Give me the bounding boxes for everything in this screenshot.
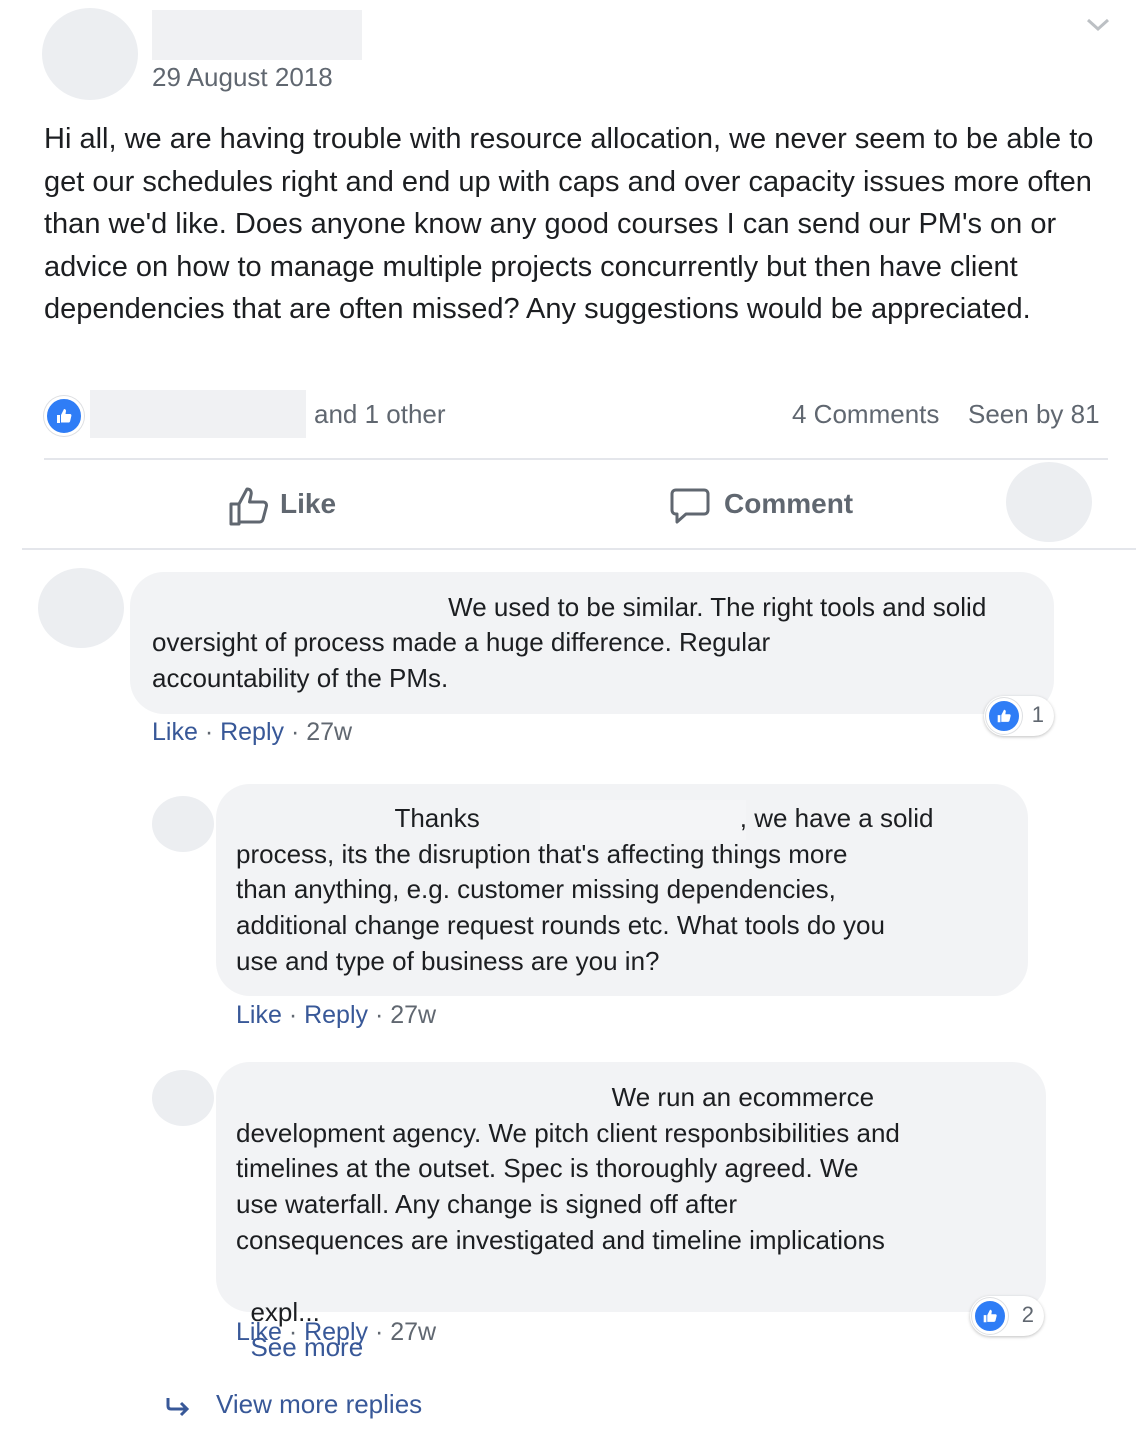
reaction-count: 2	[1021, 1302, 1034, 1327]
like-badge-icon[interactable]	[44, 396, 84, 436]
comments-count[interactable]: 4 Comments	[792, 399, 939, 430]
author-name-redacted[interactable]	[152, 10, 362, 60]
reply-like-link[interactable]: Like	[236, 1001, 282, 1029]
comment-button[interactable]: Comment	[668, 482, 868, 530]
post-date[interactable]: 29 August 2018	[152, 62, 333, 93]
reply-line-last: expl... See more	[236, 1259, 363, 1366]
comment-time[interactable]: 27w	[306, 718, 352, 746]
like-button-label: Like	[280, 488, 337, 519]
comment-line: oversight of process made a huge differe…	[152, 627, 771, 657]
reply-arrow-icon	[166, 1398, 190, 1417]
reply-avatar[interactable]	[152, 1070, 214, 1126]
thumbs-up-icon	[983, 1309, 997, 1323]
post-body: Hi all, we are having trouble with resou…	[44, 123, 1094, 325]
comment-like-link[interactable]: Like	[152, 718, 198, 746]
reply-line: process, its the disruption that's affec…	[236, 839, 848, 869]
author-avatar[interactable]	[42, 8, 138, 100]
reply-like-link[interactable]: Like	[236, 1318, 282, 1346]
reaction-count: 1	[1031, 702, 1044, 727]
viewer-avatar[interactable]	[1006, 462, 1092, 542]
thumbs-up-icon	[997, 709, 1011, 723]
reply-meta: Like · Reply · 27w	[236, 1318, 437, 1346]
reactor-name-redacted[interactable]	[90, 390, 306, 438]
view-more-replies-label: View more replies	[216, 1389, 423, 1419]
reply-line: use waterfall. Any change is signed off …	[236, 1189, 738, 1219]
actions-divider	[22, 548, 1136, 550]
comment-line: We used to be similar. The right tools a…	[152, 592, 987, 622]
reply-line: development agency. We pitch client resp…	[236, 1118, 900, 1148]
reply-reply-link[interactable]: Reply	[304, 1318, 368, 1346]
reply-line: use and type of business are you in?	[236, 946, 660, 976]
thumbs-up-icon	[57, 409, 72, 423]
reply-avatar[interactable]	[152, 796, 214, 852]
reply-line: Thanks , we have a solid	[236, 803, 934, 833]
like-badge-icon	[986, 698, 1022, 734]
comment-reactions[interactable]: 1	[984, 696, 1054, 736]
post-options-chevron-icon[interactable]	[1084, 12, 1112, 36]
thumbs-up-icon	[229, 487, 269, 526]
comment-icon	[670, 488, 710, 524]
reactions-suffix[interactable]: and 1 other	[314, 399, 446, 430]
reply-time[interactable]: 27w	[390, 1001, 436, 1029]
comment-button-label: Comment	[724, 488, 854, 519]
like-button[interactable]: Like	[222, 482, 352, 530]
comment-reply-link[interactable]: Reply	[220, 718, 284, 746]
reply-line: timelines at the outset. Spec is thoroug…	[236, 1153, 859, 1183]
reply-reactions[interactable]: 2	[970, 1296, 1044, 1336]
reply-meta: Like · Reply · 27w	[236, 1001, 437, 1029]
comment-line: accountability of the PMs.	[152, 663, 449, 693]
reply-line: than anything, e.g. customer missing dep…	[236, 874, 836, 904]
reply-time[interactable]: 27w	[390, 1318, 436, 1346]
view-more-replies-button[interactable]: View more replies	[160, 1388, 460, 1424]
chevron-down-icon	[1086, 18, 1110, 32]
reply-line: consequences are investigated and timeli…	[236, 1225, 885, 1255]
reactions-divider	[44, 458, 1108, 460]
seen-by[interactable]: Seen by 81	[968, 399, 1100, 430]
comment-meta: Like · Reply · 27w	[152, 718, 353, 746]
reply-line: We run an ecommerce	[236, 1082, 875, 1112]
commenter-avatar[interactable]	[38, 568, 124, 648]
like-badge-icon	[972, 1298, 1008, 1334]
reply-line: additional change request rounds etc. Wh…	[236, 910, 885, 940]
reply-reply-link[interactable]: Reply	[304, 1001, 368, 1029]
